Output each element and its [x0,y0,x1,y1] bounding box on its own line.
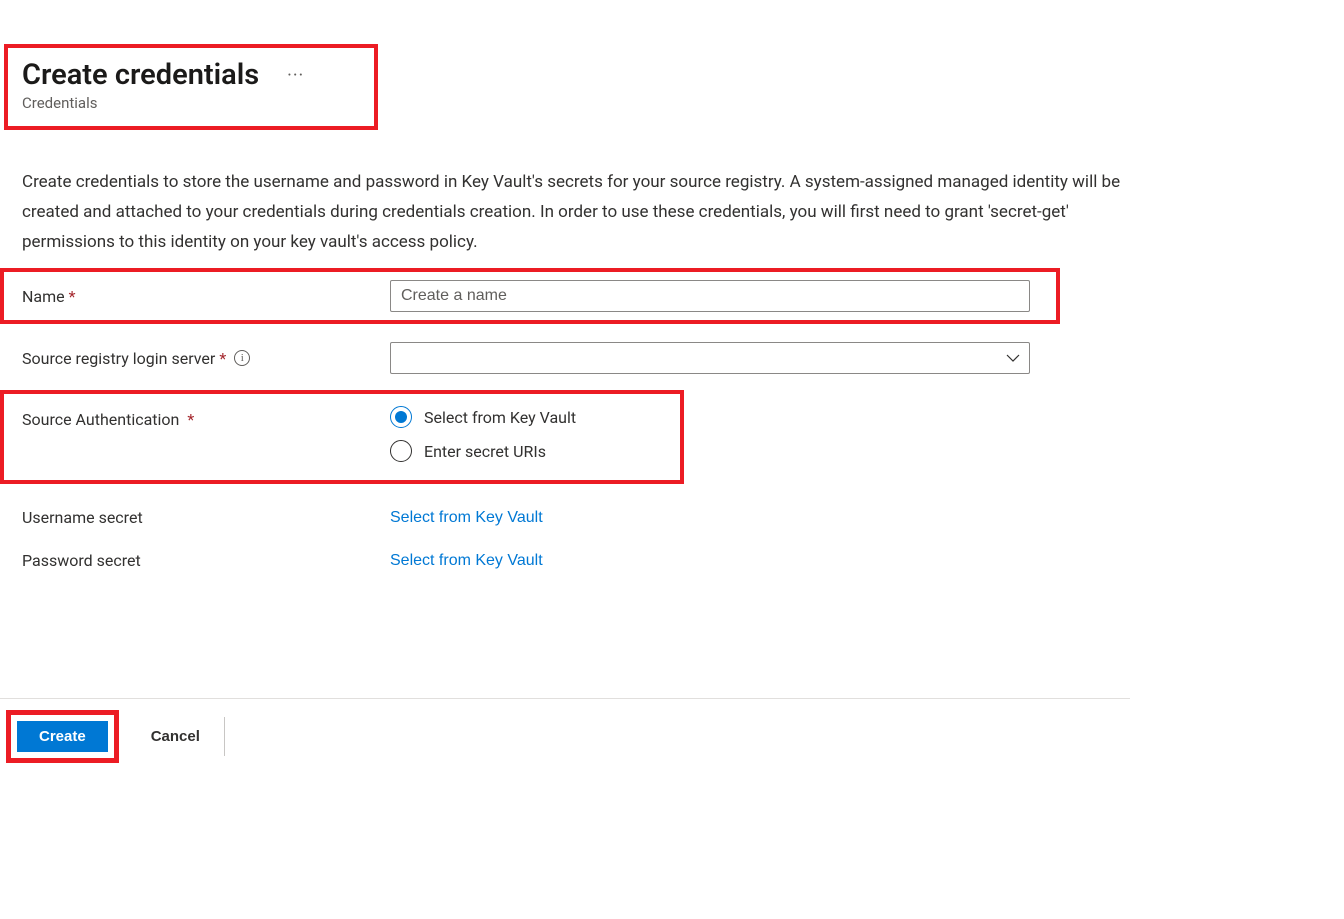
create-highlight: Create [6,710,119,763]
login-server-input-wrap [390,342,1038,374]
radio-unselected-icon [390,440,412,462]
create-button[interactable]: Create [17,721,108,752]
radio-dot-icon [395,411,407,423]
page-subtitle: Credentials [22,94,360,112]
page-description: Create credentials to store the username… [22,168,1122,257]
username-secret-row: Username secret Select from Key Vault [0,502,1060,533]
radio-secret-uris-label: Enter secret URIs [424,442,546,461]
required-star-icon: * [187,410,194,429]
radio-secret-uris[interactable]: Enter secret URIs [390,440,576,462]
name-label-wrap: Name * [22,287,390,306]
radio-selected-icon [390,406,412,428]
password-secret-link[interactable]: Select from Key Vault [390,552,543,570]
login-server-select[interactable] [390,342,1030,374]
name-row: Name * [0,268,1060,324]
footer-divider [0,698,1130,699]
auth-label-wrap: Source Authentication * [22,406,390,462]
login-server-label-wrap: Source registry login server * i [22,349,390,368]
info-icon[interactable]: i [234,350,250,366]
username-secret-link[interactable]: Select from Key Vault [390,509,543,527]
footer-actions: Create Cancel [6,710,225,763]
auth-radio-group: Select from Key Vault Enter secret URIs [390,406,576,462]
login-server-label: Source registry login server [22,349,215,368]
page-title: Create credentials [22,58,259,92]
radio-key-vault[interactable]: Select from Key Vault [390,406,576,428]
required-star-icon: * [69,287,76,306]
password-secret-row: Password secret Select from Key Vault [0,545,1060,576]
name-input-wrap [390,280,1038,312]
form-container: Name * Source registry login server * i [0,268,1060,576]
more-icon[interactable]: ··· [287,65,304,86]
radio-key-vault-label: Select from Key Vault [424,408,576,427]
login-server-select-wrap [390,342,1030,374]
auth-row: Source Authentication * Select from Key … [0,390,684,484]
username-secret-label: Username secret [22,508,390,527]
page-header: Create credentials ··· Credentials [4,44,378,130]
password-secret-label: Password secret [22,551,390,570]
name-label: Name [22,287,65,306]
cancel-button[interactable]: Cancel [119,717,225,756]
login-server-row: Source registry login server * i [0,334,1060,382]
name-input[interactable] [390,280,1030,312]
required-star-icon: * [219,349,226,368]
auth-label: Source Authentication [22,410,179,429]
